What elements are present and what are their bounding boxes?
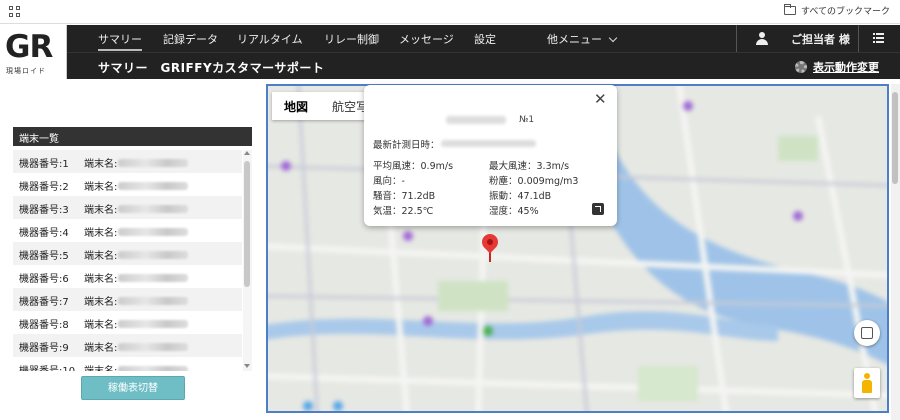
vibration-level: 振動：47.1dB (489, 191, 552, 202)
device-info-window: ✕ №1 最新計測日時： 平均風速：0.9m/s 最大風速：3.3m/s 風向：… (364, 85, 617, 226)
nav-divider (736, 25, 737, 52)
all-bookmarks-button[interactable]: すべてのブックマーク (783, 4, 890, 17)
redacted-location (446, 116, 506, 124)
device-row[interactable]: 機器番号:3 端末名: (13, 196, 242, 219)
nav-more-menu[interactable]: 他メニュー (547, 31, 618, 47)
device-name-label: 端末名: (84, 297, 118, 308)
bookmarks-bar: すべてのブックマーク (0, 0, 900, 24)
device-row[interactable]: 機器番号:10端末名: (13, 357, 242, 371)
open-external-icon[interactable] (592, 203, 604, 215)
device-name-label: 端末名: (84, 182, 118, 193)
sub-header: サマリー GRIFFYカスタマーサポート 表示動作変更 (67, 52, 900, 79)
device-row[interactable]: 機器番号:1 端末名: (13, 150, 242, 173)
device-row[interactable]: 機器番号:7 端末名: (13, 288, 242, 311)
hamburger-menu-icon[interactable] (873, 33, 884, 43)
nav-messages[interactable]: メッセージ (399, 31, 454, 47)
temperature: 気温：22.5℃ (373, 206, 434, 217)
scroll-down-arrow-icon[interactable] (244, 364, 250, 368)
device-number: №1 (519, 115, 535, 125)
toggle-operation-table-button[interactable]: 稼働表切替 (81, 376, 185, 400)
device-name-label: 端末名: (84, 228, 118, 239)
chevron-down-icon (608, 33, 618, 43)
device-number-label: 機器番号:5 (19, 251, 69, 262)
max-wind-speed: 最大風速：3.3m/s (489, 161, 570, 172)
redacted-device-name (118, 158, 189, 167)
device-number-label: 機器番号:2 (19, 182, 69, 193)
device-number-label: 機器番号:6 (19, 274, 69, 285)
device-name-label: 端末名: (84, 343, 118, 354)
all-bookmarks-label: すべてのブックマーク (800, 7, 890, 17)
nav-relay-control[interactable]: リレー制御 (324, 31, 379, 47)
redacted-device-name (118, 319, 189, 328)
device-number-label: 機器番号:7 (19, 297, 69, 308)
avg-wind-speed: 平均風速：0.9m/s (373, 161, 454, 172)
device-list-scroll-thumb[interactable] (244, 161, 250, 287)
nav-more-label: 他メニュー (547, 33, 602, 46)
device-row[interactable]: 機器番号:2 端末名: (13, 173, 242, 196)
redacted-device-name (118, 227, 189, 236)
device-row[interactable]: 機器番号:9 端末名: (13, 334, 242, 357)
fullscreen-icon[interactable] (854, 320, 880, 346)
nav-settings[interactable]: 設定 (474, 31, 496, 47)
device-row[interactable]: 機器番号:4 端末名: (13, 219, 242, 242)
device-name-label: 端末名: (84, 362, 117, 371)
redacted-device-name (118, 296, 189, 305)
redacted-device-name (118, 204, 189, 213)
device-name-label: 端末名: (84, 159, 118, 170)
latest-measured-label: 最新計測日時： (373, 140, 440, 151)
device-list-header: 端末一覧 (13, 127, 252, 146)
device-list[interactable]: 機器番号:1 端末名: 機器番号:2 端末名: 機器番号:3 端末名: 機器番号:4 端末名:… (13, 150, 242, 371)
device-row[interactable]: 機器番号:8 端末名: (13, 311, 242, 334)
humidity: 湿度：45% (489, 206, 539, 217)
device-row[interactable]: 機器番号:5 端末名: (13, 242, 242, 265)
page-scroll-thumb[interactable] (892, 92, 898, 184)
street-view-pegman-icon[interactable] (854, 368, 880, 398)
gear-icon (795, 61, 807, 73)
user-icon[interactable] (756, 32, 768, 45)
nav-realtime[interactable]: リアルタイム (237, 31, 303, 47)
wind-direction: 風向：- (373, 176, 405, 187)
noise-level: 騒音：71.2dB (373, 191, 436, 202)
device-number-label: 機器番号:10 (19, 362, 84, 371)
device-number-label: 機器番号:9 (19, 343, 69, 354)
page-title: サマリー GRIFFYカスタマーサポート (98, 61, 325, 75)
display-settings-label: 表示動作変更 (813, 61, 879, 74)
page: すべてのブックマーク GR 現場ロイド サマリー 記録データ リアルタイム リレ… (0, 0, 900, 420)
scroll-up-arrow-icon[interactable] (244, 151, 250, 155)
apps-grid-icon[interactable] (9, 6, 21, 18)
device-number-label: 機器番号:4 (19, 228, 69, 239)
tab-map[interactable]: 地図 (272, 92, 320, 120)
device-name-label: 端末名: (84, 274, 118, 285)
device-name-label: 端末名: (84, 251, 118, 262)
nav-divider (858, 25, 859, 52)
device-number-label: 機器番号:3 (19, 205, 69, 216)
close-icon[interactable]: ✕ (594, 90, 607, 108)
main-navbar: サマリー 記録データ リアルタイム リレー制御 メッセージ 設定 他メニュー ご… (67, 25, 900, 52)
display-settings-link[interactable]: 表示動作変更 (795, 59, 879, 75)
nav-summary[interactable]: サマリー (98, 31, 142, 51)
nav-records[interactable]: 記録データ (163, 31, 218, 47)
redacted-device-name (118, 273, 189, 282)
device-number-label: 機器番号:8 (19, 320, 69, 331)
redacted-device-name (118, 250, 189, 259)
redacted-device-name (118, 181, 189, 190)
user-name[interactable]: ご担当者 様 (791, 31, 850, 47)
folder-icon (783, 4, 796, 15)
logo-mark: GR (5, 29, 53, 65)
dust-level: 粉塵：0.009mg/m3 (489, 176, 579, 187)
redacted-datetime (441, 140, 536, 147)
device-number-label: 機器番号:1 (19, 159, 69, 170)
app-logo[interactable]: GR 現場ロイド (0, 25, 67, 79)
device-name-label: 端末名: (84, 205, 118, 216)
redacted-device-name (118, 342, 189, 351)
redacted-device-name (118, 365, 189, 371)
device-row[interactable]: 機器番号:6 端末名: (13, 265, 242, 288)
logo-subtitle: 現場ロイド (6, 67, 46, 75)
device-name-label: 端末名: (84, 320, 118, 331)
